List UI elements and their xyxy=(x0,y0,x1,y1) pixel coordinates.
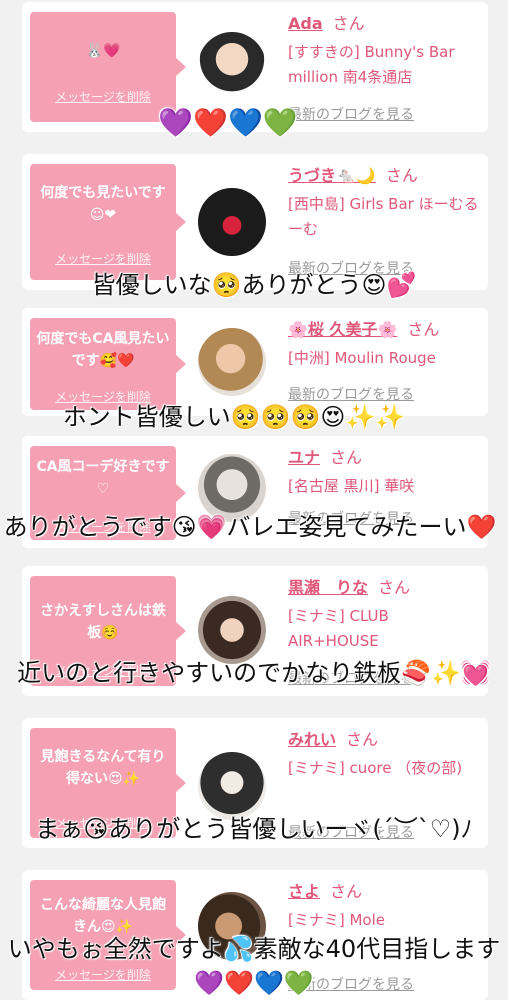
honorific: さん xyxy=(385,166,418,185)
overlay-caption: 近いのと行きやすいのでかなり鉄板🍣✨💓 xyxy=(17,659,491,687)
message-text: 見飽きるなんて有り得ない😍✨ xyxy=(40,749,166,787)
honorific: さん xyxy=(378,578,411,597)
shop-name[interactable]: [すすきの] Bunny's Bar million 南4条通店 xyxy=(288,40,484,90)
hearts-overlay: 💜❤️💙💚 xyxy=(158,106,298,139)
cast-name-link[interactable]: みれい xyxy=(288,730,336,749)
cast-name-link[interactable]: 黒瀬 りな xyxy=(288,578,368,597)
name-row: 🌸桜 久美子🌸 さん xyxy=(288,316,439,340)
message-text: CA風コーデ好きです♡ xyxy=(36,459,170,497)
overlay-caption: ありがとうです😘💗バレエ姿見てみたーい❤️ xyxy=(3,513,497,541)
overlay-caption: まぁ😘ありがとう皆優しいーヾ(´︶`♡)ﾉ xyxy=(35,815,473,843)
message-bubble: 何度でも見たいです☺❤ メッセージを削除 xyxy=(30,164,186,280)
name-row: 黒瀬 りな さん xyxy=(288,574,410,598)
shop-name[interactable]: [西中島] Girls Bar ほーむるーむ xyxy=(288,192,484,242)
name-row: さよ さん xyxy=(288,878,362,902)
honorific: さん xyxy=(407,320,440,339)
shop-name[interactable]: [ミナミ] cuore （夜の部) xyxy=(288,756,484,781)
shop-name[interactable]: [ミナミ] CLUB AIR+HOUSE xyxy=(288,604,484,654)
honorific: さん xyxy=(332,14,365,33)
cast-name-link[interactable]: Ada xyxy=(288,14,323,33)
name-row: Ada さん xyxy=(288,10,365,34)
name-row: みれい さん xyxy=(288,726,378,750)
name-row: うづき🐁🌙 さん xyxy=(288,162,418,186)
message-text: さかえすしさんは鉄板☺️ xyxy=(40,603,166,641)
honorific: さん xyxy=(330,448,363,467)
overlay-caption: 皆優しいな🥺ありがとう😍💕 xyxy=(91,271,417,299)
message-bubble: 何度でもCA風見たいです🥰❤️ メッセージを削除 xyxy=(30,318,186,410)
avatar[interactable] xyxy=(198,188,266,256)
honorific: さん xyxy=(330,882,363,901)
cast-name-link[interactable]: さよ xyxy=(288,882,320,901)
message-text: 🐰💗 xyxy=(85,43,121,59)
avatar[interactable] xyxy=(198,752,266,820)
avatar[interactable] xyxy=(198,328,266,396)
shop-name[interactable]: [名古屋 黒川] 華咲 xyxy=(288,474,484,499)
message-text: 何度でもCA風見たいです🥰❤️ xyxy=(36,331,170,369)
overlay-caption: いやもぉ全然ですよ💦素敵な40代目指します💜❤️💙💚 xyxy=(7,935,501,997)
message-text: 何度でも見たいです☺❤ xyxy=(40,185,166,223)
avatar[interactable] xyxy=(198,32,266,100)
cast-name-link[interactable]: ユナ xyxy=(288,448,320,467)
honorific: さん xyxy=(346,730,379,749)
overlay-caption: ホント皆優しい🥺🥺🥺😍✨✨ xyxy=(62,403,406,431)
name-row: ユナ さん xyxy=(288,444,362,468)
cast-name-link[interactable]: 🌸桜 久美子🌸 xyxy=(288,320,397,339)
avatar[interactable] xyxy=(198,596,266,664)
shop-name[interactable]: [ミナミ] Mole xyxy=(288,908,484,933)
shop-name[interactable]: [中洲] Moulin Rouge xyxy=(288,346,484,371)
delete-message-link[interactable]: メッセージを削除 xyxy=(30,88,176,105)
delete-message-link[interactable]: メッセージを削除 xyxy=(30,250,176,267)
cast-name-link[interactable]: うづき🐁🌙 xyxy=(288,166,376,185)
